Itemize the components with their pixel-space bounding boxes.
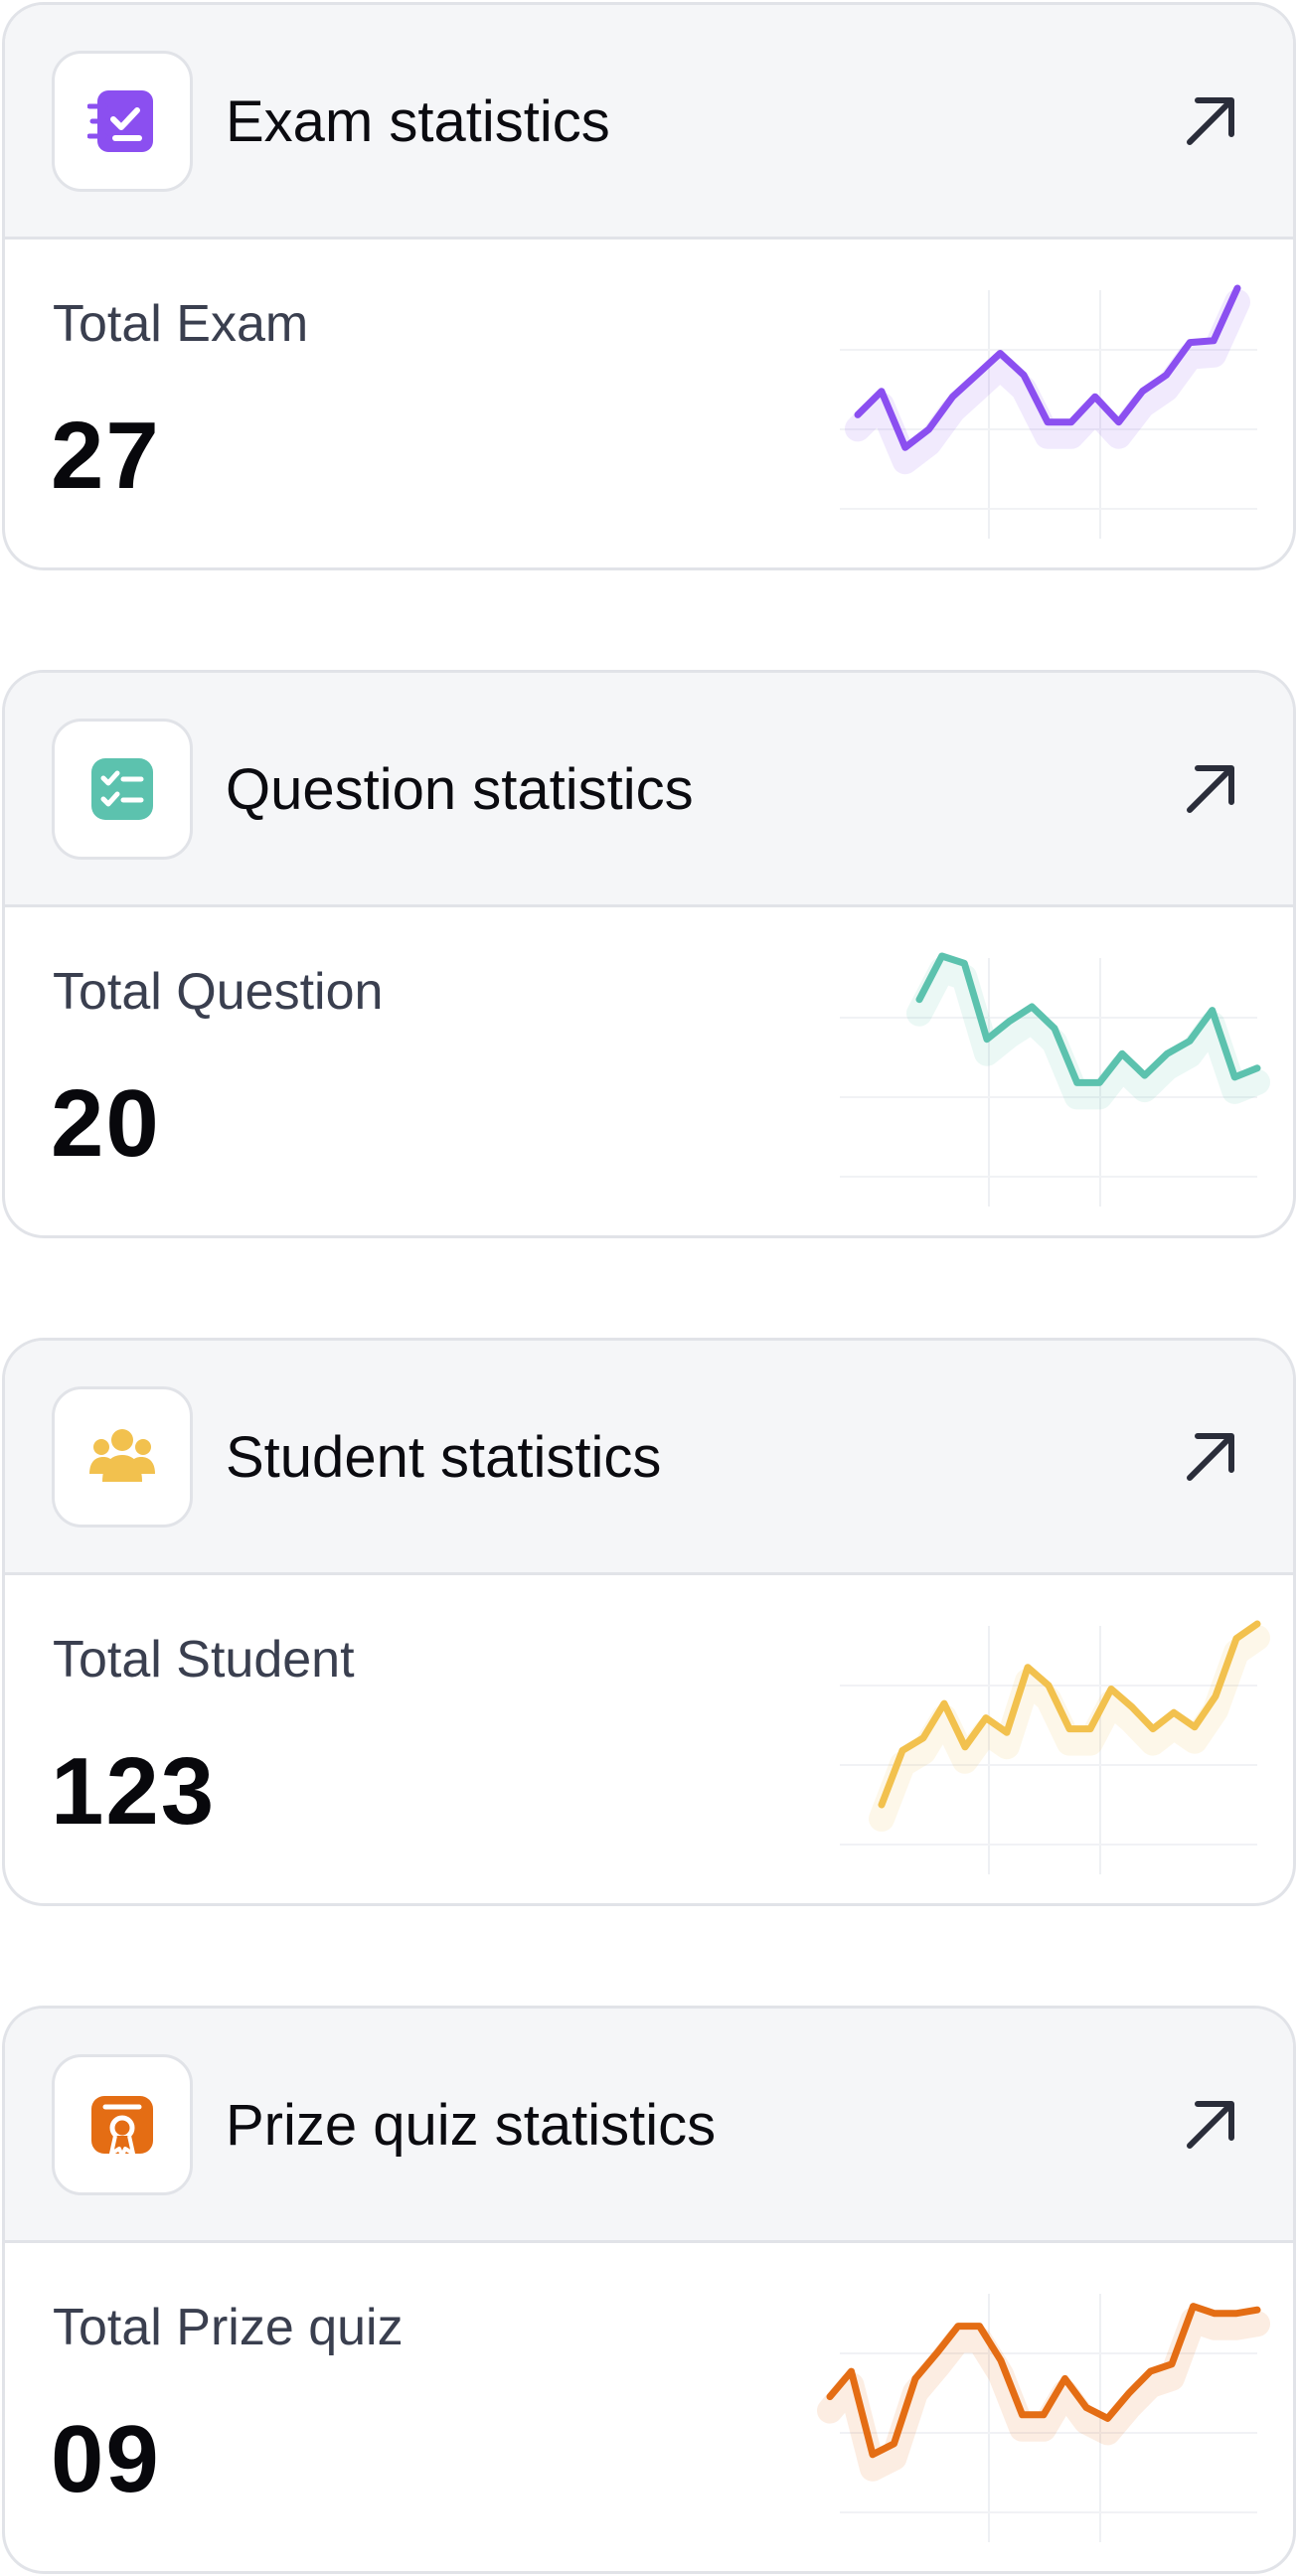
metric-label: Total Exam — [53, 295, 309, 353]
sparkline-chart — [840, 284, 1257, 539]
card-title: Student statistics — [226, 1425, 662, 1490]
students-group-icon — [89, 1429, 155, 1482]
card-body: Total Exam 27 — [5, 242, 1293, 567]
card-header: Student statistics — [5, 1341, 1293, 1575]
sparkline-grid — [840, 958, 1257, 1207]
card-body: Total Question 20 — [5, 910, 1293, 1235]
student-statistics-card: Student statistics Total Student 123 — [2, 1338, 1296, 1906]
metric-label: Total Prize quiz — [53, 2299, 404, 2356]
exam-statistics-card: Exam statistics Total Exam 27 — [2, 2, 1296, 570]
arrow-up-right-icon[interactable] — [1182, 1428, 1239, 1486]
metric-value: 20 — [51, 1070, 161, 1177]
metric-label: Total Question — [53, 963, 384, 1021]
prize-quiz-statistics-card: Prize quiz statistics Total Prize quiz 0… — [2, 2006, 1296, 2574]
sparkline-chart — [840, 1620, 1270, 1874]
card-title: Prize quiz statistics — [226, 2093, 717, 2158]
card-header: Question statistics — [5, 673, 1293, 907]
question-list-icon — [91, 758, 153, 820]
card-title: Exam statistics — [226, 89, 610, 154]
card-header: Prize quiz statistics — [5, 2009, 1293, 2243]
icon-box — [52, 719, 193, 860]
metric-label: Total Student — [53, 1631, 355, 1689]
question-statistics-card: Question statistics Total Question 20 — [2, 670, 1296, 1238]
metric-value: 27 — [51, 402, 161, 509]
icon-box — [52, 1386, 193, 1528]
card-header: Exam statistics — [5, 5, 1293, 240]
arrow-up-right-icon[interactable] — [1182, 760, 1239, 818]
card-body: Total Prize quiz 09 — [5, 2246, 1293, 2571]
card-title: Question statistics — [226, 757, 694, 822]
metric-value: 09 — [51, 2406, 161, 2512]
sparkline-chart — [840, 952, 1270, 1207]
icon-box — [52, 51, 193, 192]
metric-value: 123 — [51, 1738, 217, 1845]
prize-award-icon — [91, 2096, 153, 2158]
arrow-up-right-icon[interactable] — [1182, 2096, 1239, 2154]
exam-checklist-icon — [87, 90, 153, 152]
arrow-up-right-icon[interactable] — [1182, 92, 1239, 150]
icon-box — [52, 2054, 193, 2195]
card-body: Total Student 123 — [5, 1578, 1293, 1903]
sparkline-chart — [817, 2294, 1270, 2542]
